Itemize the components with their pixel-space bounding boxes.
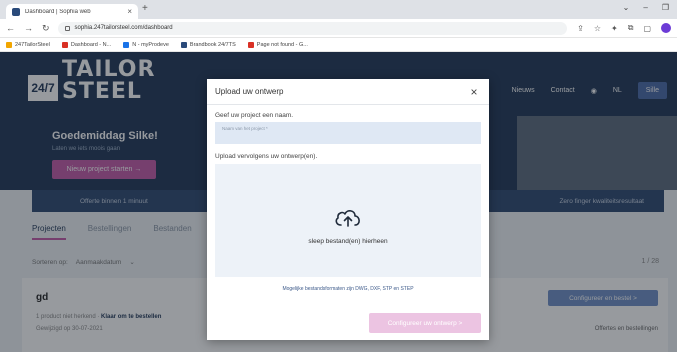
puzzle-icon[interactable]: ⧉ xyxy=(628,23,634,33)
upload-label: Upload vervolgens uw ontwerp(en). xyxy=(215,153,318,160)
bookmark-label: Page not found - G... xyxy=(256,41,308,48)
window-controls: ⌄ – ❐ xyxy=(623,3,669,12)
star-icon[interactable]: ☆ xyxy=(594,24,601,33)
address-bar-row: ← → ↻ sophia.247tailorsteel.com/dashboar… xyxy=(0,19,677,38)
file-dropzone[interactable]: sleep bestand(en) hierheen xyxy=(215,164,481,277)
modal-title: Upload uw ontwerp xyxy=(215,87,284,96)
close-icon[interactable]: × xyxy=(467,86,481,98)
dropzone-text: sleep bestand(en) hierheen xyxy=(308,238,388,245)
restore-icon[interactable]: ❐ xyxy=(662,3,669,12)
modal-header: Upload uw ontwerp × xyxy=(207,79,489,105)
bookmark-favicon-icon xyxy=(61,41,68,48)
forward-icon[interactable]: → xyxy=(24,23,33,34)
project-name-input[interactable] xyxy=(215,122,481,144)
cloud-upload-icon xyxy=(335,210,360,227)
file-formats-note: Mogelijke bestandsformaten zijn DWG, DXF… xyxy=(282,286,414,292)
bookmarks-bar: 247TailorSteel Dashboard - N... N - myProd… xyxy=(0,38,677,52)
tab-title: Dashboard | Sophia web xyxy=(25,8,91,15)
project-name-label: Geef uw project een naam. xyxy=(215,112,294,119)
bookmark-label: N - myProdeve xyxy=(132,41,169,48)
configure-design-button[interactable]: Configureer uw ontwerp > xyxy=(369,313,481,333)
upload-modal: Upload uw ontwerp × Geef uw project een … xyxy=(207,79,489,340)
bookmark-item[interactable]: 247TailorSteel xyxy=(6,41,50,48)
minimize-icon[interactable]: – xyxy=(643,3,647,12)
bookmark-item[interactable]: N - myProdeve xyxy=(123,41,169,48)
share-icon[interactable]: ⇪ xyxy=(577,24,584,33)
bookmark-item[interactable]: Dashboard - N... xyxy=(61,41,112,48)
browser-tab[interactable]: Dashboard | Sophia web × xyxy=(6,4,138,19)
browser-nav: ← → ↻ xyxy=(6,23,50,34)
browser-tools: ⇪ ☆ ✦ ⧉ ▢ xyxy=(577,23,671,33)
reload-icon[interactable]: ↻ xyxy=(42,23,50,34)
bookmark-favicon-icon xyxy=(247,41,254,48)
profile-avatar[interactable] xyxy=(661,23,671,33)
back-icon[interactable]: ← xyxy=(6,23,15,34)
extension-icon[interactable]: ✦ xyxy=(611,24,618,33)
bookmark-item[interactable]: Page not found - G... xyxy=(247,41,308,48)
bookmark-favicon-icon xyxy=(6,41,12,48)
browser-tab-bar: Dashboard | Sophia web × + ⌄ – ❐ xyxy=(0,0,677,19)
bookmark-item[interactable]: Brandbook 24/7TS xyxy=(180,41,236,48)
bookmark-label: Dashboard - N... xyxy=(70,41,112,48)
url-bar[interactable]: sophia.247tailorsteel.com/dashboard xyxy=(57,21,568,35)
chevron-down-icon[interactable]: ⌄ xyxy=(623,3,630,12)
bookmark-label: 247TailorSteel xyxy=(15,41,50,48)
tab-close-icon[interactable]: × xyxy=(127,7,132,16)
new-tab-icon[interactable]: + xyxy=(142,3,148,14)
bookmark-favicon-icon xyxy=(180,41,187,48)
bookmark-favicon-icon xyxy=(123,41,130,48)
url-text: sophia.247tailorsteel.com/dashboard xyxy=(74,25,173,31)
sidepanel-icon[interactable]: ▢ xyxy=(643,24,651,33)
lock-icon xyxy=(64,25,70,31)
bookmark-label: Brandbook 24/7TS xyxy=(189,41,236,48)
favicon-icon xyxy=(12,7,20,16)
